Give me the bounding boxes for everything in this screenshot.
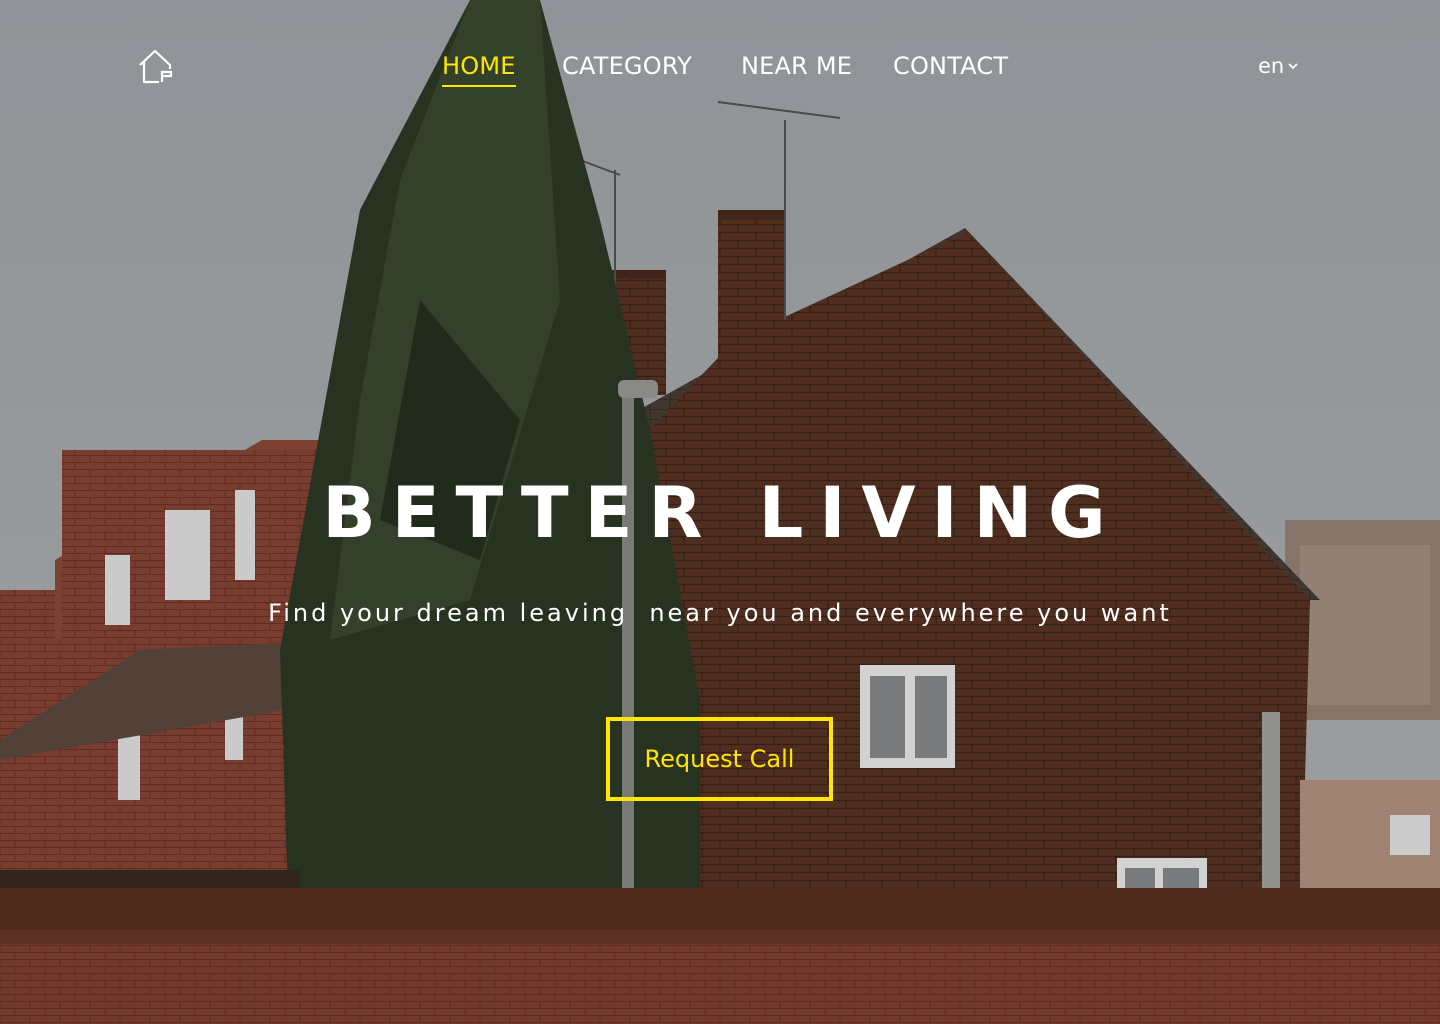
hero-section: HOME CATEGORY NEAR ME CONTACT en BETTER …	[0, 0, 1440, 1024]
language-selector[interactable]: en	[1258, 52, 1299, 80]
nav-home[interactable]: HOME	[442, 48, 516, 87]
hero-title: BETTER LIVING	[322, 472, 1122, 554]
main-nav: HOME CATEGORY NEAR ME CONTACT	[0, 48, 1440, 88]
nav-contact[interactable]: CONTACT	[893, 48, 1008, 84]
chevron-down-icon	[1288, 62, 1298, 69]
language-label: en	[1258, 54, 1285, 78]
request-call-button[interactable]: Request Call	[606, 717, 833, 801]
nav-near-me[interactable]: NEAR ME	[741, 48, 852, 84]
nav-category[interactable]: CATEGORY	[562, 48, 692, 84]
hero-subtitle: Find your dream leaving near you and eve…	[268, 599, 1172, 627]
